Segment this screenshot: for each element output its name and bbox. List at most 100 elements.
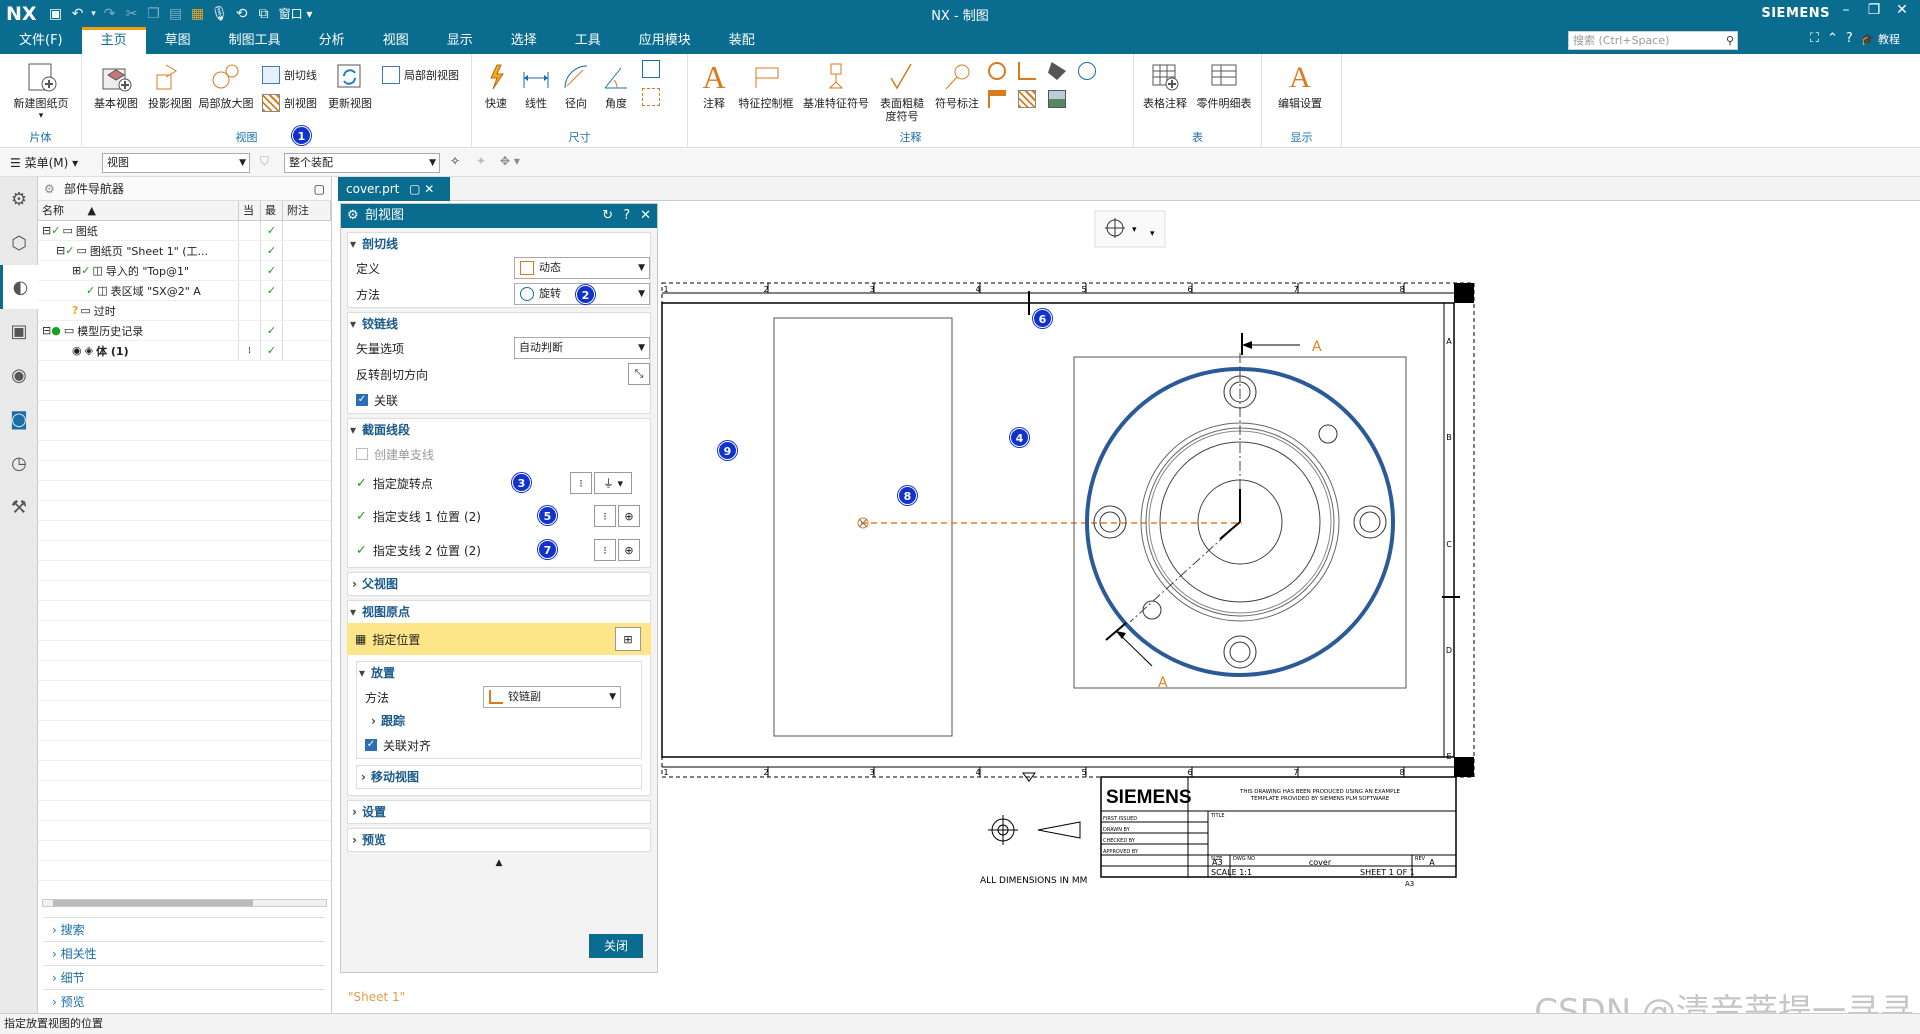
update-view-button[interactable]: 更新视图 [322, 60, 378, 110]
settings-header[interactable]: 设置 [348, 801, 650, 823]
history-icon[interactable]: ◷ [0, 441, 38, 485]
hatch-button[interactable] [1018, 90, 1036, 108]
close-button[interactable]: 关闭 [589, 934, 643, 958]
menu-home[interactable]: 主页 [81, 27, 146, 54]
detail-view-button[interactable]: 局部放大图 [194, 60, 258, 110]
single-branch-row[interactable]: 创建单支线 [348, 441, 650, 467]
balloon-button[interactable]: 符号标注 [930, 60, 984, 110]
title-block[interactable]: SIEMENS THIS DRAWING HAS BEEN PRODUCED U… [1100, 776, 1457, 888]
image-button[interactable] [1048, 90, 1066, 108]
save-icon[interactable]: ▣ [45, 3, 67, 25]
rotation-point-row[interactable]: ✓ 指定旋转点 3 ⁝ ⏚ ▾ [348, 467, 650, 499]
restore-icon[interactable]: ❐ [1860, 2, 1888, 18]
single-branch-checkbox[interactable] [356, 448, 368, 460]
window-menu[interactable]: 窗口 ▾ [279, 5, 313, 22]
reverse-direction-button[interactable]: ⤡ [628, 363, 650, 385]
centerline-button[interactable] [1018, 62, 1036, 80]
parts-list-button[interactable]: 零件明细表 [1192, 60, 1256, 110]
scope-combo[interactable]: 整个装配 ▼ [284, 153, 440, 173]
footer-search[interactable]: › 搜索 [44, 917, 325, 941]
tree-row[interactable]: ⊟ ● ▭ 模型历史记录 ✓ [38, 321, 331, 341]
branch2-point-button[interactable]: ⁝ [594, 539, 616, 561]
projected-view-button[interactable]: 投影视图 [142, 60, 198, 110]
column-latest[interactable]: 最 [261, 201, 283, 220]
undo-dropdown-icon[interactable]: ▾ [89, 3, 99, 25]
menu-applications[interactable]: 应用模块 [620, 27, 710, 54]
assoc-align-row[interactable]: ✓ 关联对齐 [357, 732, 641, 758]
select-all-icon[interactable]: ✦ [476, 154, 486, 168]
base-view-button[interactable]: 基本视图 [88, 60, 144, 110]
visibility-icon[interactable]: ◉ [72, 344, 82, 357]
fill-button[interactable] [1048, 62, 1066, 80]
reset-icon[interactable]: ↻ [602, 204, 613, 228]
drawing-sheet[interactable]: ▾ ▾ 1 2 3 4 5 6 7 8 1 2 3 4 5 6 7 8 A B … [660, 203, 1920, 1010]
reuse-library-icon[interactable]: ▣ [0, 309, 38, 353]
maximize-panel-icon[interactable]: ▢ [314, 177, 325, 201]
note-button[interactable]: A 注释 [694, 60, 734, 111]
menu-tools[interactable]: 工具 [556, 27, 620, 54]
flag-button[interactable] [988, 90, 1006, 108]
move-view-header[interactable]: 移动视图 [357, 766, 641, 788]
close-window-icon[interactable]: ✕ [1888, 2, 1916, 18]
hinge-line-header[interactable]: 铰链线 [348, 313, 650, 335]
preview-header[interactable]: 预览 [348, 829, 650, 851]
menu-assembly[interactable]: 装配 [710, 27, 774, 54]
window-switch-icon[interactable]: ⧉ [253, 3, 275, 25]
menu-view[interactable]: 视图 [364, 27, 428, 54]
undo-icon[interactable]: ↶ [67, 3, 89, 25]
surface-finish-button[interactable]: 表面粗糙度符号 [874, 60, 930, 123]
settings-icon[interactable]: ⚙ [0, 177, 38, 221]
section-view-preview[interactable] [773, 317, 953, 737]
menu-select[interactable]: 选择 [492, 27, 556, 54]
target-point-button[interactable] [1078, 62, 1096, 80]
snap-toolbar[interactable]: ▾ ▾ [1094, 210, 1166, 248]
tree-row[interactable]: ? ▭ 过时 [38, 301, 331, 321]
point-type-dropdown[interactable]: ⏚ ▾ [594, 472, 632, 494]
menu-drafting-tools[interactable]: 制图工具 [210, 27, 300, 54]
tree-row[interactable]: ⊟ ✓ ▭ 图纸 ✓ [38, 221, 331, 241]
branch2-row[interactable]: ✓ 指定支线 2 位置 (2) 7 ⁝ ⊕ [348, 533, 650, 567]
associative-row[interactable]: ✓ 关联 [348, 387, 650, 413]
rapid-dimension-button[interactable]: 快速 [476, 60, 516, 110]
linear-dimension-button[interactable]: 线性 [516, 60, 556, 110]
assembly-navigator-icon[interactable]: ⬡ [0, 221, 38, 265]
snap-point-icon[interactable]: ✥ ▾ [500, 154, 520, 168]
placement-method-combo[interactable]: 铰链副 ▼ [483, 686, 621, 708]
tab-cover-prt[interactable]: cover.prt ▢ ✕ [338, 177, 450, 201]
navigator-gear-icon[interactable]: ⚙ [44, 177, 55, 201]
menu-file[interactable]: 文件(F) [0, 27, 82, 54]
datum-feature-button[interactable]: 基准特征符号 [798, 60, 874, 110]
new-sheet-button[interactable]: 新建图纸页 ▾ [6, 60, 76, 123]
footer-details[interactable]: › 细节 [44, 965, 325, 989]
help-icon[interactable]: ? [1846, 31, 1853, 47]
branch2-snap-icon[interactable]: ⊕ [618, 539, 640, 561]
command-search-input[interactable]: 搜索 (Ctrl+Space) ⚲ [1568, 31, 1738, 50]
horizontal-scrollbar[interactable] [42, 899, 327, 907]
footer-preview[interactable]: › 预览 [44, 989, 325, 1013]
branch1-point-button[interactable]: ⁝ [594, 505, 616, 527]
edit-settings-button[interactable]: A 编辑设置 [1270, 60, 1330, 110]
ribbon-collapse-icon[interactable]: ⌃ [1827, 31, 1838, 47]
track-header[interactable]: 跟踪 [367, 710, 641, 732]
associative-checkbox[interactable]: ✓ [356, 394, 368, 406]
tree-row[interactable]: ✓ ◫ 表区域 "SX@2" A ✓ [38, 281, 331, 301]
zoom-annotation-button[interactable] [988, 62, 1006, 80]
column-notes[interactable]: 附注 [283, 201, 331, 220]
ordinate-dimension-button[interactable] [642, 88, 660, 106]
filter-icon[interactable]: ⛉ [260, 154, 269, 169]
type-filter-combo[interactable]: 视图 ▼ [102, 153, 250, 173]
menu-analysis[interactable]: 分析 [300, 27, 364, 54]
menu-sketch[interactable]: 草图 [146, 27, 210, 54]
fcf-button[interactable]: 特征控制框 [734, 60, 798, 110]
section-view-button[interactable]: 剖视图 [262, 94, 317, 112]
collapse-arrow-icon[interactable]: ▲ [341, 858, 657, 868]
table-note-button[interactable]: 表格注释 [1138, 60, 1192, 110]
tree-row[interactable]: ⊟ ✓ ▭ 图纸页 "Sheet 1" (工... ✓ [38, 241, 331, 261]
touch-mode-icon[interactable]: ▦ [187, 3, 209, 25]
redo-icon[interactable]: ↷ [99, 3, 121, 25]
dialog-help-icon[interactable]: ? [623, 204, 630, 228]
select-mode-icon[interactable]: ✧ [450, 154, 460, 168]
repeat-command-icon[interactable]: ⟲ [231, 3, 253, 25]
specify-location-row[interactable]: ▦ 指定位置 ⊞ [347, 623, 651, 655]
copy-icon[interactable]: ❐ [143, 3, 165, 25]
